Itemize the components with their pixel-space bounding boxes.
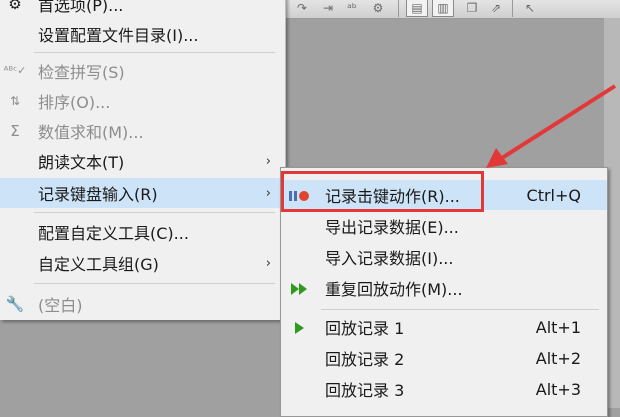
annotation-arrow bbox=[486, 84, 617, 168]
